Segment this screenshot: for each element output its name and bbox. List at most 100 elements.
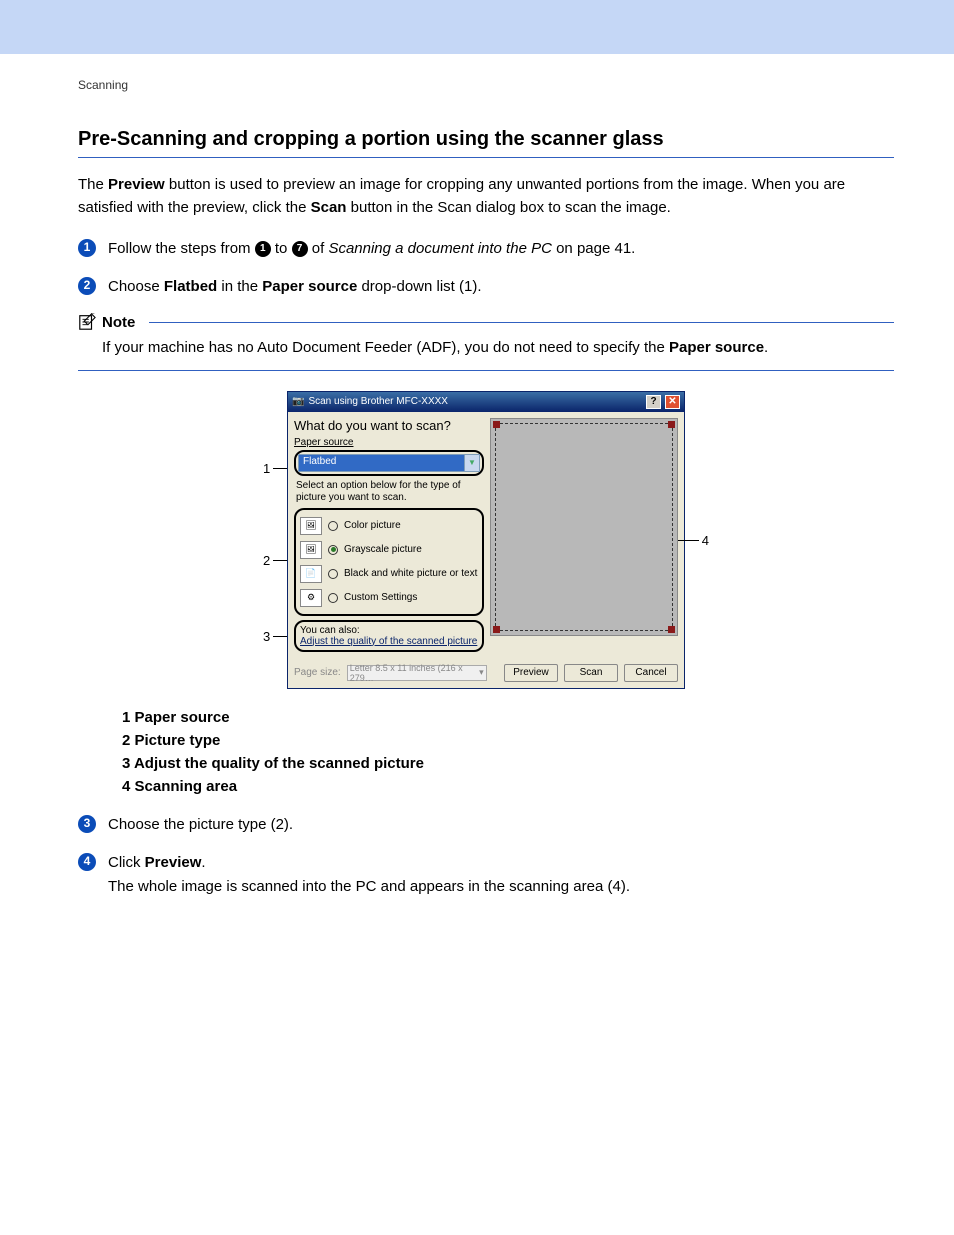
bold: Preview xyxy=(145,854,202,871)
help-button[interactable]: ? xyxy=(646,395,661,409)
step-1: 1 Follow the steps from 1 to 7 of Scanni… xyxy=(78,237,894,261)
note-body: If your machine has no Auto Document Fee… xyxy=(78,331,894,370)
selection-box[interactable] xyxy=(495,423,673,631)
intro-paragraph: The Preview button is used to preview an… xyxy=(78,174,894,219)
adjust-quality-link[interactable]: Adjust the quality of the scanned pictur… xyxy=(300,636,477,647)
section-heading: Pre-Scanning and cropping a portion usin… xyxy=(78,128,894,158)
bold: Paper source xyxy=(669,339,764,356)
option-bw[interactable]: 📄 Black and white picture or text xyxy=(298,562,480,586)
step-bullet-2: 2 xyxy=(78,277,96,295)
scan-question: What do you want to scan? xyxy=(294,418,484,433)
radio-custom[interactable] xyxy=(328,593,338,603)
figure: 1 2 3 4 📷 Scan using Brother MFC-XXXX ? … xyxy=(78,391,894,689)
dropdown-arrow-icon[interactable]: ▼ xyxy=(464,455,479,471)
intro-bold-scan: Scan xyxy=(311,199,347,216)
legend-3: 3 Adjust the quality of the scanned pict… xyxy=(122,755,894,772)
page-content: Scanning 2 Pre-Scanning and cropping a p… xyxy=(0,54,954,933)
note-end-rule xyxy=(78,370,894,371)
step-bullet-4: 4 xyxy=(78,853,96,871)
bold: Paper source xyxy=(262,278,357,295)
dialog-titlebar: 📷 Scan using Brother MFC-XXXX ? ✕ xyxy=(288,392,684,412)
paper-source-label: Paper source xyxy=(294,437,484,448)
resize-handle-tl[interactable] xyxy=(493,421,500,428)
page-size-value: Letter 8.5 x 11 inches (216 x 279… xyxy=(350,663,479,683)
option-bw-label: Black and white picture or text xyxy=(344,568,477,579)
resize-handle-bl[interactable] xyxy=(493,626,500,633)
custom-settings-icon: ⚙ xyxy=(300,589,322,607)
step-bullet-3: 3 xyxy=(78,815,96,833)
dialog-title: Scan using Brother MFC-XXXX xyxy=(308,396,642,407)
legend-2: 2 Picture type xyxy=(122,732,894,749)
xref-title: Scanning a document into the PC xyxy=(328,240,551,257)
note-icon xyxy=(78,313,96,331)
header-bar xyxy=(0,0,954,54)
text: . xyxy=(201,854,205,871)
dialog-body: What do you want to scan? Paper source F… xyxy=(288,412,684,658)
dialog-left-pane: What do you want to scan? Paper source F… xyxy=(294,418,484,652)
page-size-dropdown[interactable]: Letter 8.5 x 11 inches (216 x 279…▾ xyxy=(347,665,487,681)
picture-type-group: 🖼 Color picture 🖼 Grayscale picture 📄 xyxy=(294,508,484,616)
callout-1: 1 xyxy=(263,461,270,476)
paper-source-value: Flatbed xyxy=(299,455,464,471)
text: to xyxy=(271,240,292,257)
callout-3: 3 xyxy=(263,629,270,644)
figure-legend: 1 Paper source 2 Picture type 3 Adjust t… xyxy=(122,709,894,795)
intro-text: The xyxy=(78,176,108,193)
radio-grayscale[interactable] xyxy=(328,545,338,555)
resize-handle-br[interactable] xyxy=(668,626,675,633)
ref-bullet-1: 1 xyxy=(255,241,271,257)
text: drop-down list (1). xyxy=(357,278,481,295)
step-1-body: Follow the steps from 1 to 7 of Scanning… xyxy=(108,237,635,261)
step-2: 2 Choose Flatbed in the Paper source dro… xyxy=(78,275,894,299)
preview-button[interactable]: Preview xyxy=(504,664,558,682)
note-label: Note xyxy=(102,314,135,331)
option-grayscale-label: Grayscale picture xyxy=(344,544,422,555)
callout-4: 4 xyxy=(702,533,709,548)
paper-source-dropdown[interactable]: Flatbed ▼ xyxy=(298,454,480,472)
option-grayscale[interactable]: 🖼 Grayscale picture xyxy=(298,538,480,562)
option-color-label: Color picture xyxy=(344,520,401,531)
scan-dialog: 📷 Scan using Brother MFC-XXXX ? ✕ What d… xyxy=(287,391,685,689)
cancel-button[interactable]: Cancel xyxy=(624,664,678,682)
resize-handle-tr[interactable] xyxy=(668,421,675,428)
dialog-footer: Page size: Letter 8.5 x 11 inches (216 x… xyxy=(288,658,684,688)
dialog-icon: 📷 xyxy=(292,396,304,407)
text: Follow the steps from xyxy=(108,240,255,257)
ref-bullet-7: 7 xyxy=(292,241,308,257)
option-custom[interactable]: ⚙ Custom Settings xyxy=(298,586,480,610)
picture-type-label: Select an option below for the type of p… xyxy=(296,480,484,504)
step-3-body: Choose the picture type (2). xyxy=(108,813,293,837)
close-button[interactable]: ✕ xyxy=(665,395,680,409)
preview-area[interactable] xyxy=(490,418,678,636)
grayscale-picture-icon: 🖼 xyxy=(300,541,322,559)
callout-2: 2 xyxy=(263,553,270,568)
note-header: Note xyxy=(78,313,894,331)
text: Choose xyxy=(108,278,164,295)
text: Click xyxy=(108,854,145,871)
radio-bw[interactable] xyxy=(328,569,338,579)
page-size-label: Page size: xyxy=(294,667,341,678)
legend-1: 1 Paper source xyxy=(122,709,894,726)
callout-line-3 xyxy=(273,636,287,637)
intro-text: button in the Scan dialog box to scan th… xyxy=(346,199,670,216)
note-rule xyxy=(149,322,894,323)
bold: Flatbed xyxy=(164,278,217,295)
figure-inner: 1 2 3 4 📷 Scan using Brother MFC-XXXX ? … xyxy=(287,391,685,689)
option-color[interactable]: 🖼 Color picture xyxy=(298,514,480,538)
text: on page 41. xyxy=(552,240,635,257)
also-group: You can also: Adjust the quality of the … xyxy=(294,620,484,652)
also-label: You can also: xyxy=(300,625,478,636)
step-2-body: Choose Flatbed in the Paper source drop-… xyxy=(108,275,482,299)
dropdown-arrow-icon: ▾ xyxy=(479,667,484,678)
radio-color[interactable] xyxy=(328,521,338,531)
text: of xyxy=(308,240,329,257)
color-picture-icon: 🖼 xyxy=(300,517,322,535)
step-3: 3 Choose the picture type (2). xyxy=(78,813,894,837)
step-4: 4 Click Preview. The whole image is scan… xyxy=(78,851,894,899)
text: The whole image is scanned into the PC a… xyxy=(108,878,630,895)
scan-button[interactable]: Scan xyxy=(564,664,618,682)
paper-source-group: Flatbed ▼ xyxy=(294,450,484,476)
text: . xyxy=(764,339,768,356)
intro-bold-preview: Preview xyxy=(108,176,165,193)
note-block: Note If your machine has no Auto Documen… xyxy=(78,313,894,371)
